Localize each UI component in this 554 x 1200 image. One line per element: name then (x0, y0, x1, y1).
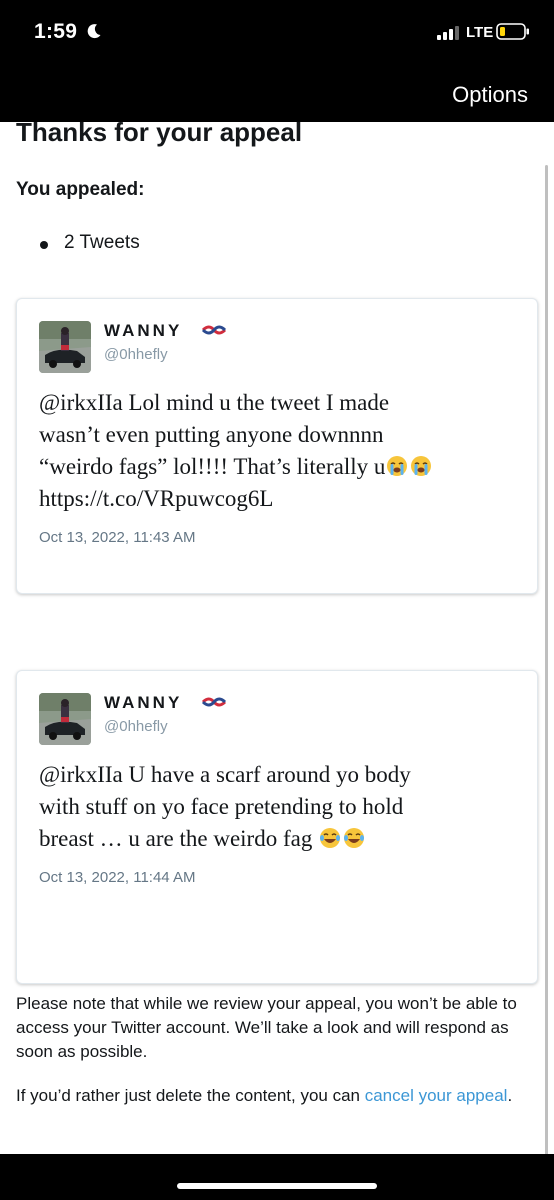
home-indicator-area (0, 1154, 554, 1200)
appealed-item: 2 Tweets (64, 232, 140, 253)
options-button[interactable]: Options (452, 82, 528, 108)
tweet-card: WANNY @0hhefly @irkxIIa Lol mind u the t… (16, 298, 538, 594)
tweet-author-name: WANNY (104, 321, 183, 340)
tweet-text-line: wasn’t even putting anyone downnnn (39, 422, 384, 447)
delete-notice-text: If you’d rather just delete the content,… (16, 1086, 365, 1105)
delete-notice-suffix: . (507, 1086, 513, 1105)
tweet-author-handle: @0hhefly (104, 346, 168, 363)
home-indicator[interactable] (177, 1183, 377, 1189)
cancel-appeal-link[interactable]: cancel your appeal (365, 1086, 508, 1105)
nav-bar: Options (0, 64, 554, 122)
loudly-crying-face-icon (387, 456, 408, 476)
tweet-author-name: WANNY (104, 693, 183, 712)
avatar (39, 321, 91, 373)
tears-of-joy-face-icon (344, 828, 365, 848)
flag-emoji-icon (201, 325, 227, 335)
delete-notice: If you’d rather just delete the content,… (16, 1084, 526, 1108)
loudly-crying-face-icon (411, 456, 432, 476)
review-notice: Please note that while we review your ap… (16, 994, 517, 1061)
tweet-author-handle: @0hhefly (104, 718, 168, 735)
flag-emoji-icon (201, 697, 227, 707)
bullet-icon (40, 241, 48, 249)
tweet-text: @irkxIIa Lol mind u the tweet I made was… (39, 387, 509, 515)
battery-low-icon (496, 23, 529, 40)
tears-of-joy-face-icon (320, 828, 341, 848)
tweet-text-line: “weirdo fags” lol!!!! That’s literally u (39, 451, 509, 483)
scrollbar[interactable] (545, 165, 548, 1154)
tweet-link[interactable]: https://t.co/VRpuwcog6L (39, 483, 509, 515)
page-title: Thanks for your appeal (16, 122, 303, 147)
status-bar: 1:59 LTE (0, 0, 554, 64)
tweet-text-line: breast … u are the weirdo fag (39, 823, 509, 855)
appealed-label: You appealed: (16, 179, 145, 200)
network-type: LTE (466, 24, 494, 41)
tweet-text-line: @irkxIIa U have a scarf around yo body (39, 762, 411, 787)
appeal-content: Thanks for your appeal You appealed: 2 T… (0, 122, 554, 1154)
tweet-text-fragment: breast … u are the weirdo fag (39, 826, 313, 851)
tweet-text-line: @irkxIIa Lol mind u the tweet I made (39, 390, 390, 415)
signal-icon (437, 26, 459, 40)
tweet-date: Oct 13, 2022, 11:44 AM (39, 869, 196, 886)
tweet-text-fragment: “weirdo fags” lol!!!! That’s literally u (39, 454, 386, 479)
tweet-text: @irkxIIa U have a scarf around yo body w… (39, 759, 509, 855)
tweet-card: WANNY @0hhefly @irkxIIa U have a scarf a… (16, 670, 538, 984)
status-time: 1:59 (34, 20, 78, 43)
tweet-text-line: with stuff on yo face pretending to hold (39, 794, 404, 819)
moon-icon (87, 24, 101, 39)
tweet-date: Oct 13, 2022, 11:43 AM (39, 529, 196, 546)
avatar (39, 693, 91, 745)
